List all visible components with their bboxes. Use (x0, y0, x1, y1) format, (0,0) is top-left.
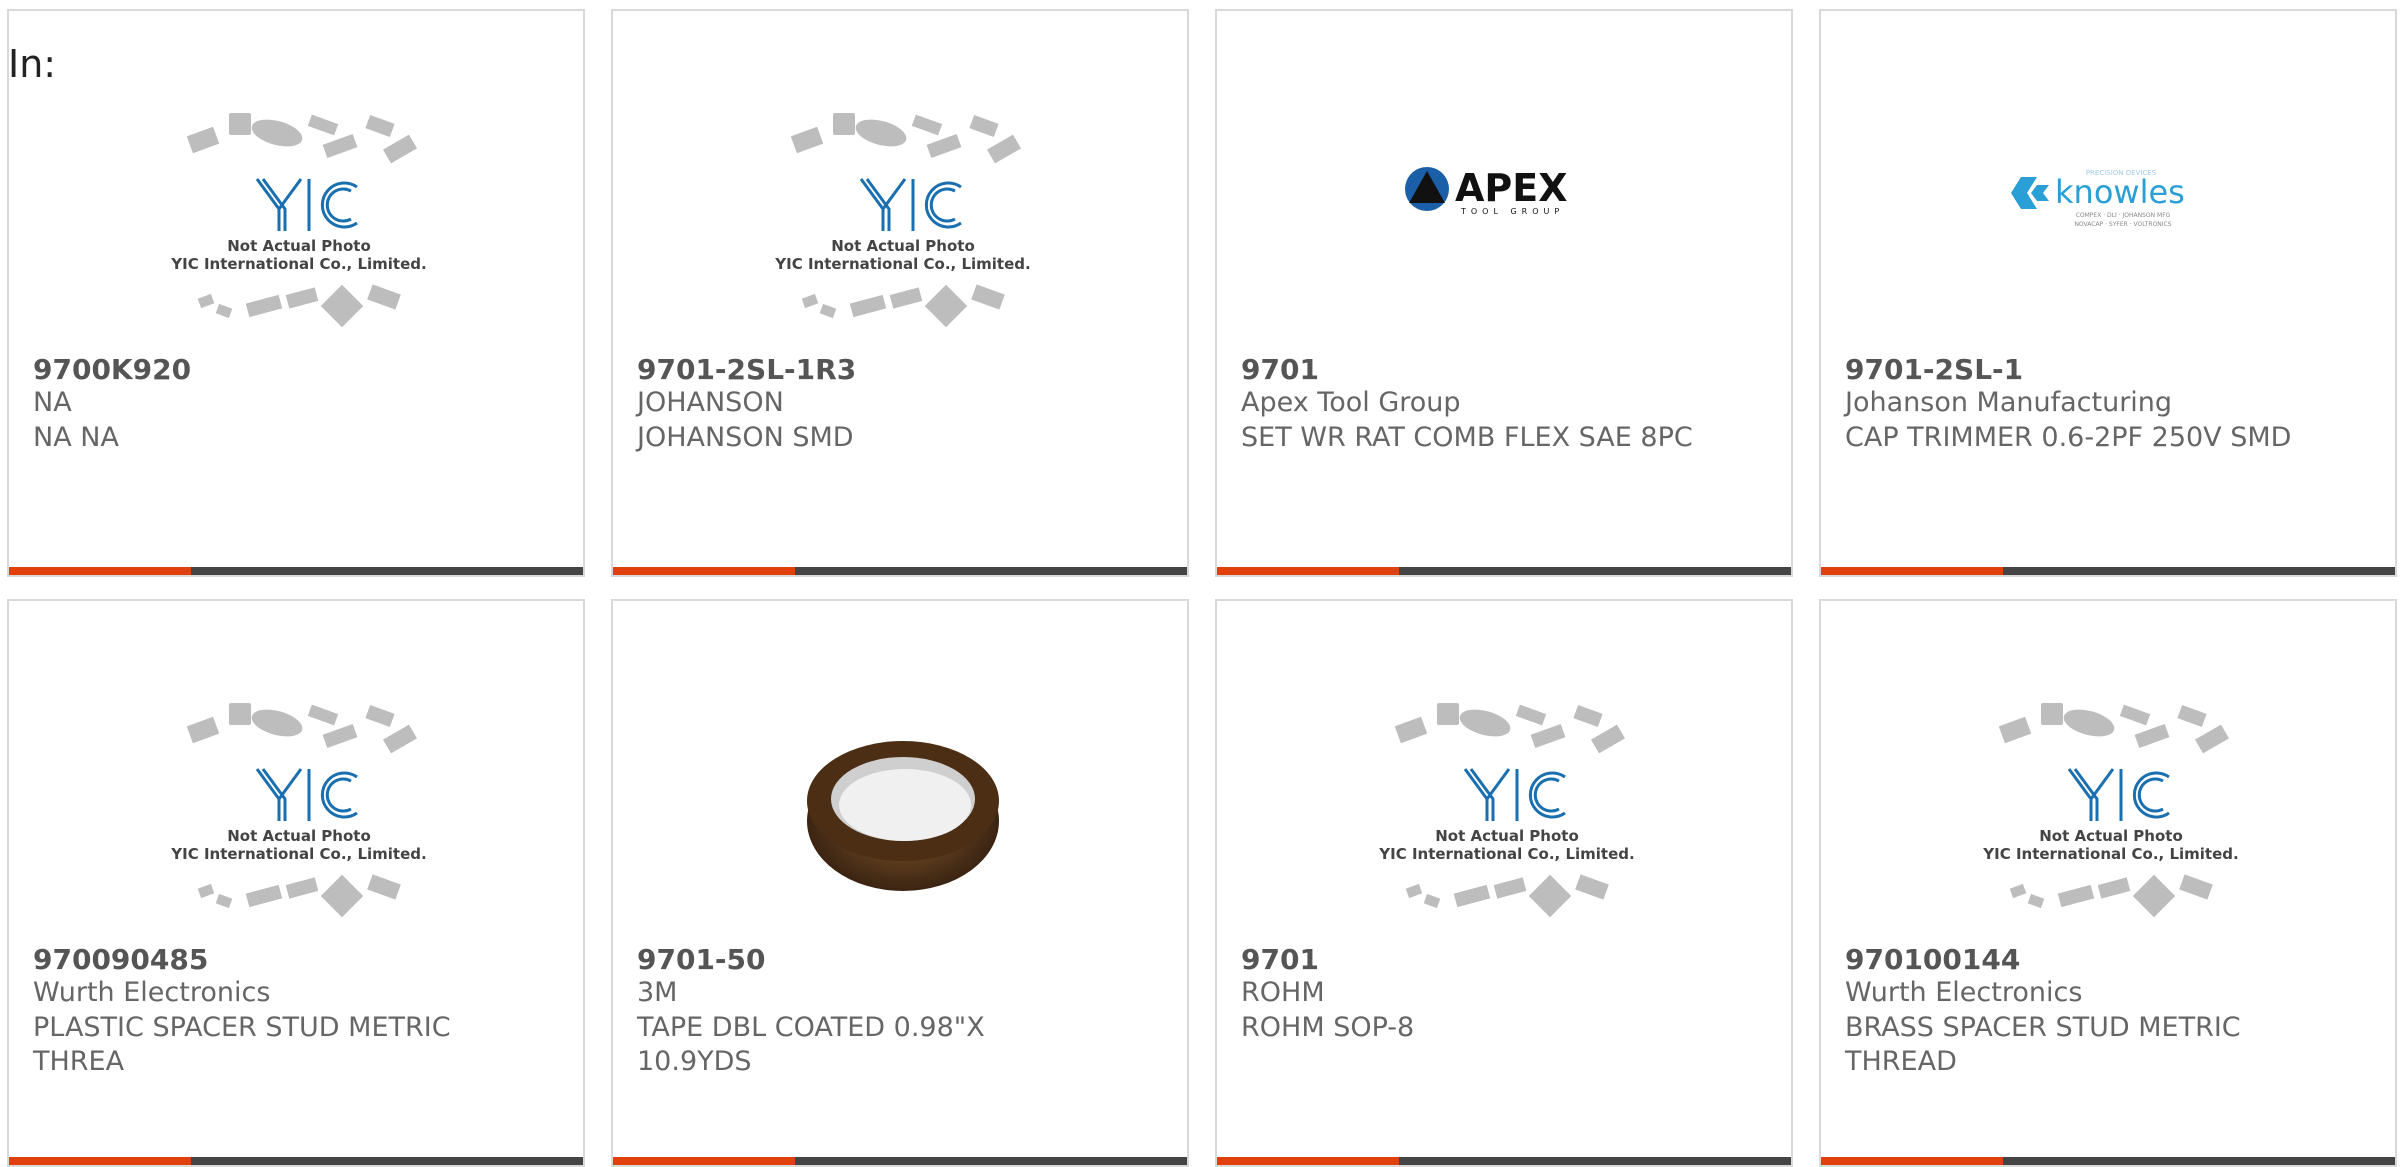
manufacturer: JOHANSON (637, 387, 784, 418)
part-number[interactable]: 9701 (1241, 943, 1319, 976)
svg-text:TOOL GROUP: TOOL GROUP (1460, 207, 1564, 216)
product-image (733, 681, 1073, 946)
product-grid: Not Actual Photo YIC International Co., … (0, 0, 2400, 1167)
part-number[interactable]: 9701-50 (637, 943, 766, 976)
description: TAPE DBL COATED 0.98"X 10.9YDS (637, 1012, 985, 1077)
card-footer-bar (1217, 1157, 1791, 1165)
part-number[interactable]: 9701-2SL-1R3 (637, 353, 856, 386)
svg-text:YIC International Co., Limited: YIC International Co., Limited. (1982, 845, 2238, 863)
manufacturer: Wurth Electronics (33, 977, 271, 1008)
card-footer-accent (1821, 1157, 2003, 1165)
svg-text:YIC International Co., Limited: YIC International Co., Limited. (1378, 845, 1634, 863)
card-footer-bar (613, 1157, 1187, 1165)
part-number[interactable]: 9700K920 (33, 353, 191, 386)
svg-text:YIC International Co., Limited: YIC International Co., Limited. (170, 255, 426, 273)
tape-roll-photo (807, 741, 999, 891)
product-card[interactable]: Not Actual Photo YIC International Co., … (1819, 599, 2397, 1167)
product-image: Not Actual Photo YIC International Co., … (129, 91, 469, 356)
yic-placeholder-image: Not Actual Photo YIC International Co., … (170, 703, 427, 918)
part-number[interactable]: 9701-2SL-1 (1845, 353, 2023, 386)
svg-text:NOVACAP · SYFER · VOLTRONICS: NOVACAP · SYFER · VOLTRONICS (2074, 221, 2171, 228)
manufacturer: NA (33, 387, 72, 418)
svg-text:YIC International Co., Limited: YIC International Co., Limited. (170, 845, 426, 863)
description: NA NA (33, 422, 119, 453)
product-image: Not Actual Photo YIC International Co., … (1337, 681, 1677, 946)
manufacturer: Apex Tool Group (1241, 387, 1461, 418)
card-footer-accent (1217, 1157, 1399, 1165)
apex-tool-group-logo: APEX TOOL GROUP (1405, 166, 1568, 216)
in-label: In: (8, 42, 57, 86)
description: BRASS SPACER STUD METRIC THREAD (1845, 1012, 2241, 1077)
card-footer-bar (9, 567, 583, 575)
description: ROHM SOP-8 (1241, 1012, 1415, 1043)
product-image: Not Actual Photo YIC International Co., … (1941, 681, 2281, 946)
manufacturer: ROHM (1241, 977, 1325, 1008)
product-card[interactable]: Not Actual Photo YIC International Co., … (7, 9, 585, 577)
knowles-logo: PRECISION DEVICES knowles COMPEX · DLI ·… (2011, 169, 2185, 228)
card-footer-bar (9, 1157, 583, 1165)
product-card[interactable]: Not Actual Photo YIC International Co., … (7, 599, 585, 1167)
card-footer-accent (9, 1157, 191, 1165)
product-card[interactable]: APEX TOOL GROUP 9701 Apex Tool Group SET… (1215, 9, 1793, 577)
card-footer-bar (1821, 1157, 2395, 1165)
product-image: PRECISION DEVICES knowles COMPEX · DLI ·… (1941, 91, 2281, 356)
yic-placeholder-image: Not Actual Photo YIC International Co., … (774, 113, 1031, 328)
product-card[interactable]: 9701-50 3M TAPE DBL COATED 0.98"X 10.9YD… (611, 599, 1189, 1167)
product-card[interactable]: PRECISION DEVICES knowles COMPEX · DLI ·… (1819, 9, 2397, 577)
manufacturer: Johanson Manufacturing (1845, 387, 2173, 418)
description: CAP TRIMMER 0.6-2PF 250V SMD (1845, 422, 2292, 453)
svg-text:APEX: APEX (1455, 166, 1568, 210)
card-footer-bar (613, 567, 1187, 575)
yic-placeholder-image: Not Actual Photo YIC International Co., … (1982, 703, 2239, 918)
card-footer-accent (1821, 567, 2003, 575)
svg-text:Not Actual Photo: Not Actual Photo (1435, 827, 1579, 845)
svg-text:knowles: knowles (2055, 173, 2185, 211)
card-footer-accent (613, 1157, 795, 1165)
part-number[interactable]: 970100144 (1845, 943, 2020, 976)
manufacturer: 3M (637, 977, 678, 1008)
description: JOHANSON SMD (637, 422, 854, 453)
svg-text:Not Actual Photo: Not Actual Photo (831, 237, 975, 255)
svg-text:Not Actual Photo: Not Actual Photo (2039, 827, 2183, 845)
manufacturer: Wurth Electronics (1845, 977, 2083, 1008)
description: SET WR RAT COMB FLEX SAE 8PC (1241, 422, 1693, 453)
card-footer-accent (1217, 567, 1399, 575)
product-card[interactable]: Not Actual Photo YIC International Co., … (1215, 599, 1793, 1167)
product-card[interactable]: Not Actual Photo YIC International Co., … (611, 9, 1189, 577)
product-image: Not Actual Photo YIC International Co., … (733, 91, 1073, 356)
svg-text:Not Actual Photo: Not Actual Photo (227, 827, 371, 845)
yic-placeholder-image: Not Actual Photo YIC International Co., … (1378, 703, 1635, 918)
description: PLASTIC SPACER STUD METRIC THREA (33, 1012, 451, 1077)
product-image: APEX TOOL GROUP (1337, 91, 1677, 356)
card-footer-bar (1821, 567, 2395, 575)
svg-text:YIC International Co., Limited: YIC International Co., Limited. (774, 255, 1030, 273)
product-image: Not Actual Photo YIC International Co., … (129, 681, 469, 946)
part-number[interactable]: 970090485 (33, 943, 208, 976)
part-number[interactable]: 9701 (1241, 353, 1319, 386)
svg-text:Not Actual Photo: Not Actual Photo (227, 237, 371, 255)
yic-placeholder-image: Not Actual Photo YIC International Co., … (170, 113, 427, 328)
svg-text:COMPEX · DLI · JOHANSON MFG: COMPEX · DLI · JOHANSON MFG (2076, 212, 2171, 219)
card-footer-bar (1217, 567, 1791, 575)
card-footer-accent (613, 567, 795, 575)
card-footer-accent (9, 567, 191, 575)
